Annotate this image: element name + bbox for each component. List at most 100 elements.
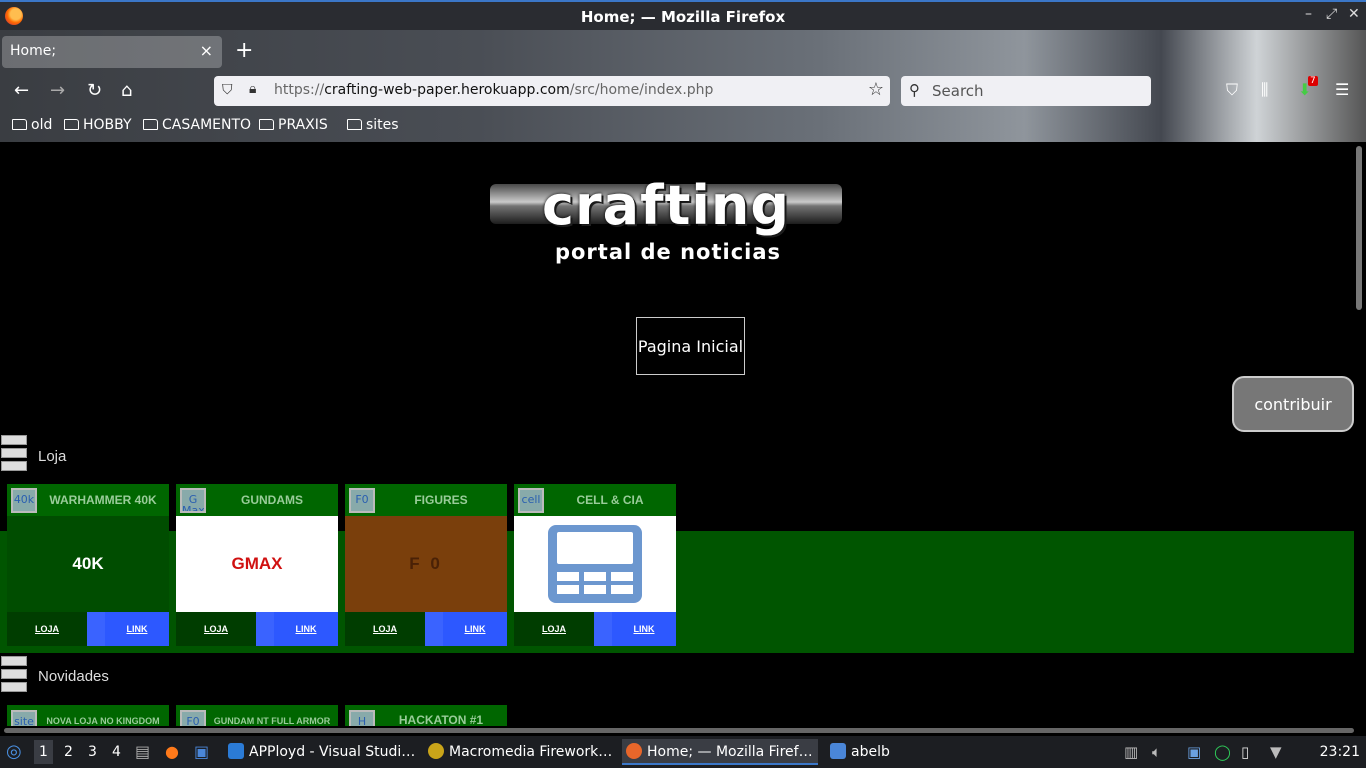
card-name: NOVA LOJA NO KINGDOM [46, 716, 160, 726]
wifi-icon[interactable]: ▼ [1270, 743, 1282, 761]
logo-subtitle: portal de noticias [554, 240, 782, 264]
pocket-icon[interactable]: ⛉ [1226, 80, 1238, 100]
back-icon[interactable]: ← [14, 80, 29, 101]
tab-strip: Home; × + [0, 30, 1366, 70]
taskbar: ◎ 1 2 3 4 ▤ ● ▣ APPloyd - Visual Studi… … [0, 736, 1366, 768]
link-button[interactable]: LINK [425, 612, 507, 646]
clock[interactable]: 23:21 [1320, 744, 1360, 760]
workspace-1[interactable]: 1 [34, 740, 53, 764]
loja-link[interactable]: LOJA [514, 612, 594, 646]
section-label-novidades: Novidades [38, 668, 109, 685]
start-menu-icon[interactable]: ◎ [6, 741, 22, 762]
new-tab-icon[interactable]: + [235, 38, 253, 63]
forward-icon[interactable]: → [50, 80, 65, 101]
navigation-bar: ← → ↻ ⌂ ⛉ 🔒︎ https://crafting-web-paper.… [0, 70, 1366, 112]
loja-menu-icon[interactable] [1, 435, 27, 473]
novidades-menu-icon[interactable] [1, 656, 27, 694]
logo-word: crafting [542, 174, 790, 237]
bookmark-star-icon[interactable]: ☆ [868, 79, 884, 100]
card-image[interactable]: GMAX [176, 516, 338, 612]
horizontal-scrollbar[interactable] [4, 728, 1354, 733]
news-card[interactable]: site NOVA LOJA NO KINGDOM [7, 705, 169, 726]
crafting-logo: crafting portal de noticias [490, 174, 842, 274]
bookmark-folder-sites[interactable]: sites [347, 117, 399, 133]
clipboard-tray-icon[interactable]: ▥ [1124, 743, 1138, 761]
sync-tray-icon[interactable]: ◯ [1214, 743, 1231, 761]
card-image[interactable]: 40K [7, 516, 169, 612]
close-tab-icon[interactable]: × [200, 41, 213, 60]
workspace-4[interactable]: 4 [112, 744, 121, 760]
bookmark-folder-casamento[interactable]: CASAMENTO [143, 117, 251, 133]
home-icon[interactable]: ⌂ [121, 80, 132, 101]
card-abbr: site [11, 710, 37, 726]
card-abbr: 40k [11, 488, 37, 513]
card-name: GUNDAMS [241, 493, 303, 507]
reload-icon[interactable]: ↻ [87, 80, 102, 101]
maximize-icon[interactable]: ⤢ [1326, 6, 1337, 22]
card-abbr: F0 [349, 488, 375, 513]
loja-link[interactable]: LOJA [7, 612, 87, 646]
menu-icon[interactable]: ☰ [1335, 80, 1349, 99]
url-text[interactable]: https://crafting-web-paper.herokuapp.com… [274, 82, 713, 98]
card-abbr: F0 [180, 710, 206, 726]
card-image[interactable]: F 0 [345, 516, 507, 612]
file-manager-launcher-icon[interactable]: ▤ [135, 742, 150, 761]
news-card[interactable]: H HACKATON #1 [345, 705, 507, 726]
web-page: crafting portal de noticias Pagina Inici… [0, 142, 1366, 726]
volume-icon[interactable]: 🔈︎ [1152, 743, 1161, 761]
vertical-scrollbar[interactable] [1356, 146, 1362, 310]
shield-icon[interactable]: ⛉ [222, 82, 233, 98]
window-title: Home; — Mozilla Firefox [580, 8, 786, 26]
store-card-warhammer: 40k WARHAMMER 40K 40K LOJA LINK [7, 484, 169, 646]
news-card[interactable]: F0 GUNDAM NT FULL ARMOR [176, 705, 338, 726]
loja-link[interactable]: LOJA [345, 612, 425, 646]
link-button[interactable]: LINK [256, 612, 338, 646]
taskbar-app-vscode[interactable]: APPloyd - Visual Studi… [224, 739, 415, 765]
desktop-launcher-icon[interactable]: ▣ [194, 742, 209, 761]
card-name: CELL & CIA [576, 493, 644, 507]
tab-home[interactable]: Home; × [2, 36, 222, 68]
taskbar-app-firefox[interactable]: Home; — Mozilla Firef… [622, 739, 818, 765]
bookmark-folder-old[interactable]: old [12, 117, 52, 133]
link-button[interactable]: LINK [87, 612, 169, 646]
bookmark-folder-praxis[interactable]: PRAXIS [259, 117, 328, 133]
bookmarks-toolbar: old HOBBY CASAMENTO PRAXIS sites [0, 112, 1366, 142]
link-button[interactable]: LINK [594, 612, 676, 646]
browser-chrome: Home; × + ← → ↻ ⌂ ⛉ 🔒︎ https://crafting-… [0, 30, 1366, 142]
taskbar-app-files[interactable]: abelb [826, 739, 890, 765]
vscode-icon [228, 743, 244, 759]
card-name: GUNDAM NT FULL ARMOR [213, 716, 331, 726]
folder-icon [64, 119, 79, 130]
tab-title: Home; [10, 43, 57, 59]
card-abbr: H [349, 710, 375, 726]
workspace-3[interactable]: 3 [88, 744, 97, 760]
contribute-button[interactable]: contribuir [1232, 376, 1354, 432]
notes-tray-icon[interactable]: ▯ [1241, 743, 1249, 761]
taskbar-app-fireworks[interactable]: Macromedia Firework… [424, 739, 612, 765]
card-name: WARHAMMER 40K [49, 493, 157, 507]
close-window-icon[interactable]: ✕ [1348, 6, 1360, 22]
card-abbr: cell [518, 488, 544, 513]
calculator-icon [548, 525, 642, 603]
folder-icon [259, 119, 274, 130]
workspace-2[interactable]: 2 [64, 744, 73, 760]
home-page-button[interactable]: Pagina Inicial [636, 317, 745, 375]
card-image[interactable] [514, 516, 676, 612]
store-card-cell: cell CELL & CIA LOJA LINK [514, 484, 676, 646]
bookmark-folder-hobby[interactable]: HOBBY [64, 117, 132, 133]
section-label-loja: Loja [38, 448, 67, 465]
minimize-icon[interactable]: – [1305, 6, 1312, 22]
store-card-gundams: G Max GUNDAMS GMAX LOJA LINK [176, 484, 338, 646]
url-bar[interactable]: ⛉ 🔒︎ https://crafting-web-paper.herokuap… [214, 76, 890, 106]
notification-tray-icon[interactable]: ▣ [1187, 743, 1201, 761]
lock-icon[interactable]: 🔒︎ [249, 81, 256, 97]
search-input[interactable]: ⚲ Search [901, 76, 1151, 106]
folder-icon [347, 119, 362, 130]
card-name: HACKATON #1 [398, 713, 484, 726]
loja-link[interactable]: LOJA [176, 612, 256, 646]
firefox-icon [626, 743, 642, 759]
firefox-launcher-icon[interactable]: ● [165, 742, 179, 761]
folder-icon [830, 743, 846, 759]
library-icon[interactable]: ⫼ [1261, 80, 1268, 100]
folder-icon [12, 119, 27, 130]
